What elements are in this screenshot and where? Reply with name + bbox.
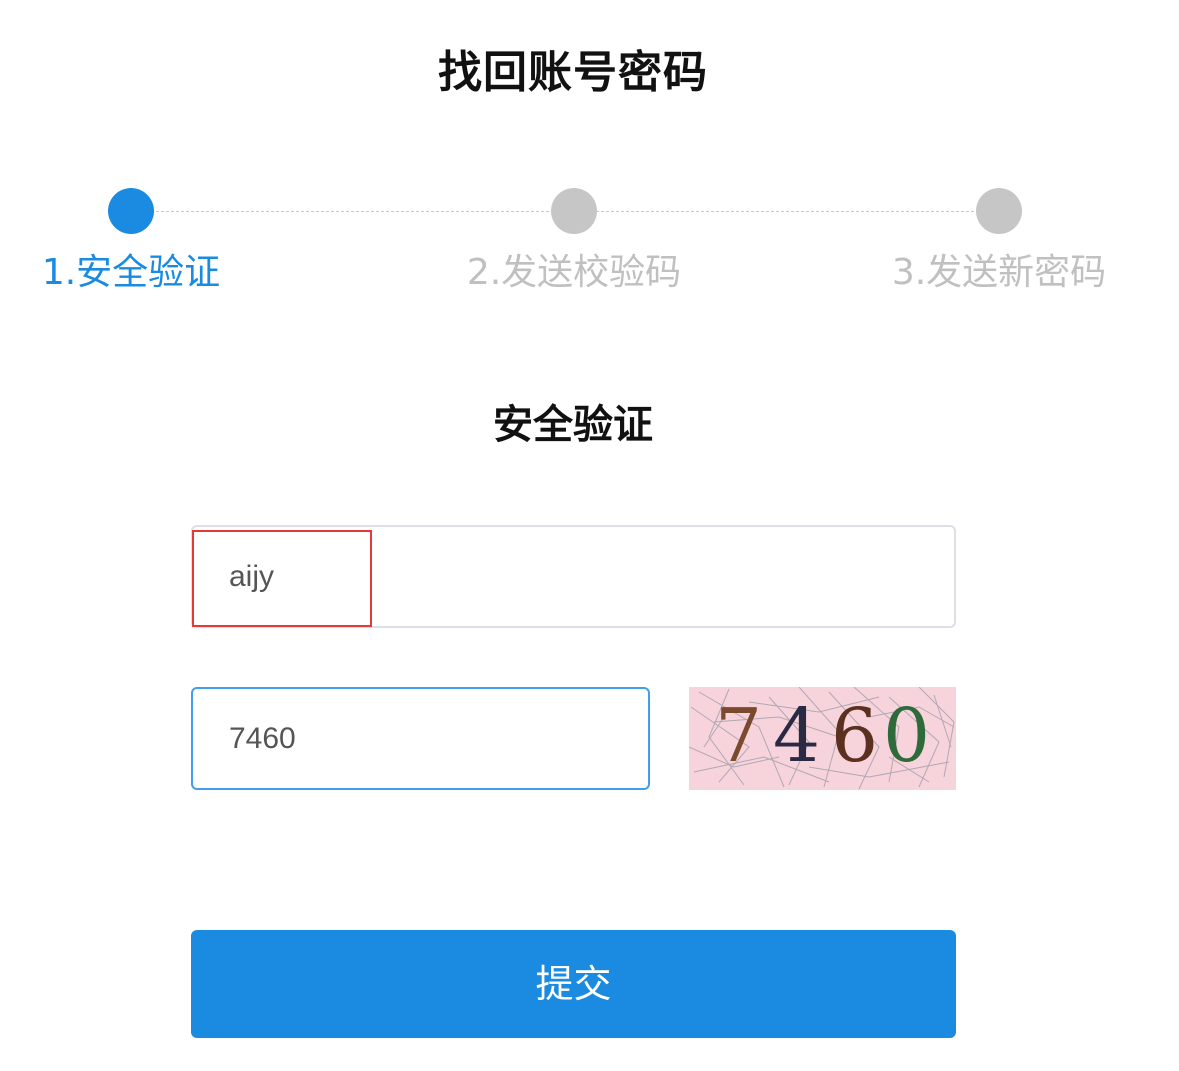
captcha-digit-2: 4 xyxy=(773,693,821,779)
page-title: 找回账号密码 xyxy=(438,47,708,98)
step-1-indicator xyxy=(108,188,154,234)
username-input[interactable] xyxy=(191,525,956,628)
captcha-input[interactable] xyxy=(191,687,650,790)
section-title: 安全验证 xyxy=(493,402,653,448)
captcha-image[interactable]: 7 4 6 0 xyxy=(689,687,956,790)
step-1-label: 1.安全验证 xyxy=(41,252,221,293)
submit-button[interactable]: 提交 xyxy=(191,930,956,1038)
step-3-label: 3.发送新密码 xyxy=(891,252,1107,293)
captcha-digit-3: 6 xyxy=(831,693,879,779)
captcha-digit-4: 0 xyxy=(883,693,931,779)
recover-account-page: 找回账号密码 1.安全验证 2.发送校验码 3.发送新密码 安全验证 aijy … xyxy=(0,0,1179,1071)
captcha-digit-1: 7 xyxy=(715,693,763,779)
step-3-indicator xyxy=(976,188,1022,234)
step-2-indicator xyxy=(551,188,597,234)
step-2-label: 2.发送校验码 xyxy=(466,252,682,293)
